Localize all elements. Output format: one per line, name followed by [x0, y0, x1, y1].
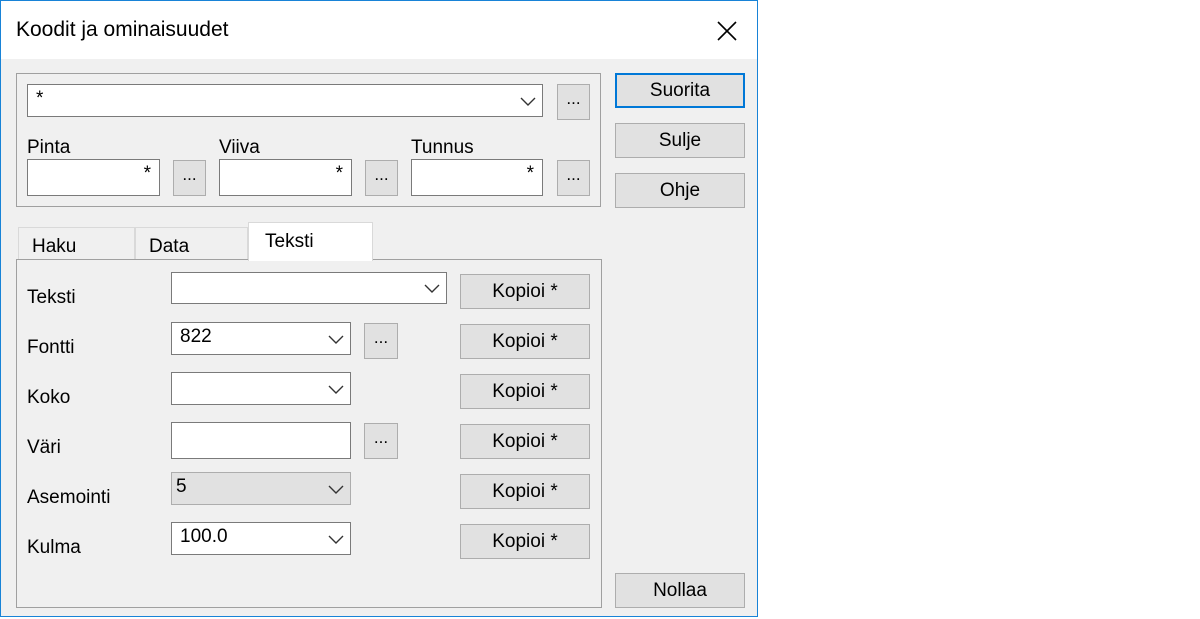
tunnus-browse-label: ... — [566, 165, 581, 184]
viiva-browse-button[interactable]: ... — [365, 160, 398, 196]
copy-vari-button[interactable]: Kopioi * — [460, 424, 590, 459]
reset-button[interactable]: Nollaa — [615, 573, 745, 608]
dialog-window: Koodit ja ominaisuudet * ... Pinta * ...… — [0, 0, 758, 617]
chevron-down-icon — [328, 485, 344, 494]
tunnus-browse-button[interactable]: ... — [557, 160, 590, 196]
teksti-combobox[interactable] — [171, 272, 447, 304]
copy-kulma-button[interactable]: Kopioi * — [460, 524, 590, 559]
koko-label: Koko — [27, 387, 71, 408]
copy-asemointi-button[interactable]: Kopioi * — [460, 474, 590, 509]
copy-koko-button[interactable]: Kopioi * — [460, 374, 590, 409]
fontti-browse-button[interactable]: ... — [364, 323, 398, 359]
fontti-combobox[interactable]: 822 — [171, 322, 351, 355]
tunnus-value: * — [526, 163, 534, 184]
asemointi-combobox[interactable]: 5 — [171, 472, 351, 505]
tab-haku-label: Haku — [32, 236, 77, 257]
pinta-value: * — [143, 163, 151, 184]
title-bar: Koodit ja ominaisuudet — [1, 1, 757, 59]
fontti-browse-label: ... — [373, 328, 389, 347]
kulma-combobox[interactable]: 100.0 — [171, 522, 351, 555]
vari-browse-button[interactable]: ... — [364, 423, 398, 459]
fontti-label: Fontti — [27, 337, 75, 358]
chevron-down-icon — [328, 335, 344, 344]
tab-data-label: Data — [149, 236, 190, 257]
tab-teksti-label: Teksti — [265, 231, 314, 252]
run-button[interactable]: Suorita — [615, 73, 745, 108]
fontti-value: 822 — [180, 326, 212, 347]
teksti-label: Teksti — [27, 287, 76, 308]
pinta-browse-button[interactable]: ... — [173, 160, 206, 196]
kulma-label: Kulma — [27, 537, 81, 558]
asemointi-label: Asemointi — [27, 487, 111, 508]
vari-field[interactable] — [171, 422, 351, 459]
pinta-browse-label: ... — [182, 165, 197, 184]
chevron-down-icon — [520, 97, 536, 106]
viiva-label: Viiva — [219, 137, 260, 158]
code-combobox-value: * — [36, 88, 44, 109]
copy-fontti-button[interactable]: Kopioi * — [460, 324, 590, 359]
code-browse-label: ... — [566, 89, 581, 108]
code-browse-button[interactable]: ... — [557, 84, 590, 120]
close-button[interactable] — [707, 15, 747, 47]
filter-group: * ... Pinta * ... Viiva * ... Tunnus * .… — [16, 73, 601, 207]
chevron-down-icon — [424, 284, 440, 293]
pinta-field[interactable]: * — [27, 159, 160, 196]
help-button[interactable]: Ohje — [615, 173, 745, 208]
copy-teksti-button[interactable]: Kopioi * — [460, 274, 590, 309]
viiva-field[interactable]: * — [219, 159, 352, 196]
tab-haku[interactable]: Haku — [18, 227, 135, 260]
viiva-value: * — [335, 163, 343, 184]
chevron-down-icon — [328, 535, 344, 544]
asemointi-value: 5 — [176, 476, 187, 497]
tab-teksti[interactable]: Teksti — [248, 222, 373, 261]
viiva-browse-label: ... — [374, 165, 389, 184]
chevron-down-icon — [328, 385, 344, 394]
tunnus-label: Tunnus — [411, 137, 474, 158]
vari-browse-label: ... — [373, 428, 389, 447]
code-combobox[interactable]: * — [27, 84, 543, 117]
teksti-tab-panel: Teksti Kopioi * Fontti 822 ... Kopioi * … — [16, 259, 602, 608]
close-icon — [717, 21, 737, 41]
close-dialog-button[interactable]: Sulje — [615, 123, 745, 158]
window-title: Koodit ja ominaisuudet — [16, 18, 229, 41]
vari-label: Väri — [27, 437, 61, 458]
koko-combobox[interactable] — [171, 372, 351, 405]
pinta-label: Pinta — [27, 137, 71, 158]
tab-data[interactable]: Data — [135, 227, 248, 260]
kulma-value: 100.0 — [180, 526, 228, 547]
tunnus-field[interactable]: * — [411, 159, 543, 196]
